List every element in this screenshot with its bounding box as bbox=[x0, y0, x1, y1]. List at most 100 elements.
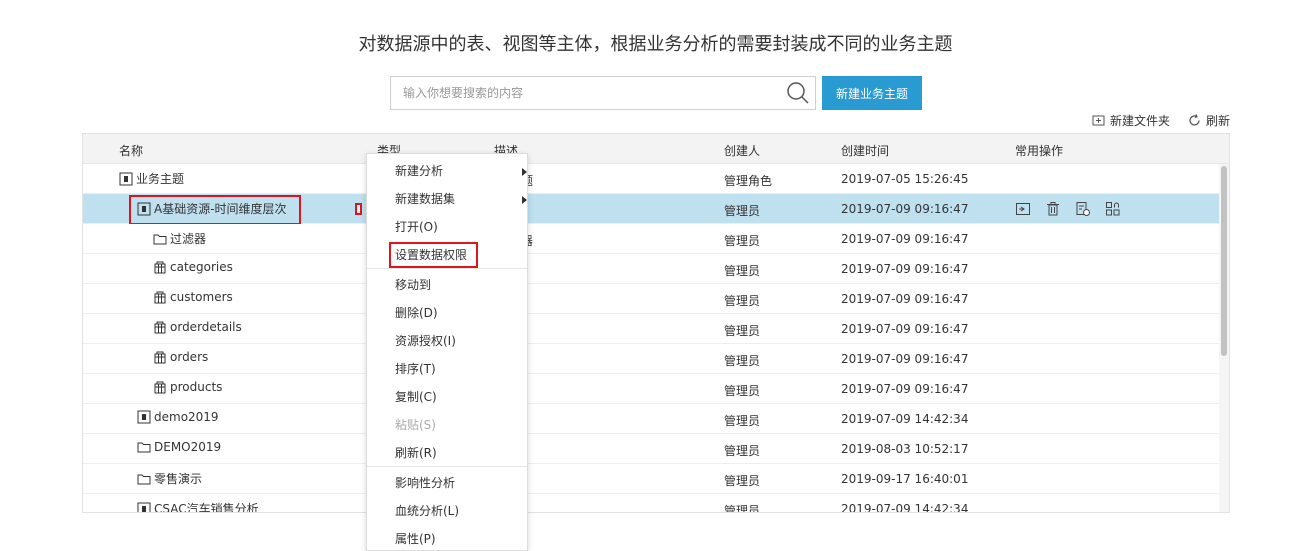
menu-separator bbox=[367, 268, 527, 269]
menu-new-dataset[interactable]: 新建数据集 bbox=[367, 185, 527, 213]
row-creator: 管理员 bbox=[724, 384, 761, 398]
table-row[interactable]: 零售演示 管理员 2019-09-17 16:40:01 bbox=[83, 464, 1229, 494]
menu-separator bbox=[367, 466, 527, 467]
row-name: A基础资源-时间维度层次 bbox=[137, 200, 287, 217]
page-headline: 对数据源中的表、视图等主体，根据业务分析的需要封装成不同的业务主题 bbox=[358, 34, 953, 55]
table-header: 名称 类型 描述 创建人 创建时间 常用操作 bbox=[83, 134, 1229, 164]
menu-copy[interactable]: 复制(C) bbox=[367, 383, 527, 411]
top-actions: 新建文件夹 刷新 bbox=[1092, 112, 1230, 129]
menu-lineage-analysis[interactable]: 血统分析(L) bbox=[367, 497, 527, 525]
col-ops: 常用操作 bbox=[1015, 144, 1064, 158]
business-topic-icon bbox=[137, 202, 151, 215]
menu-resource-auth[interactable]: 资源授权(I) bbox=[367, 327, 527, 355]
menu-highlight-box bbox=[389, 242, 478, 268]
table-icon bbox=[154, 291, 166, 304]
settings-doc-icon[interactable] bbox=[1075, 201, 1091, 217]
folder-icon bbox=[137, 442, 151, 453]
new-folder-button[interactable]: 新建文件夹 bbox=[1092, 112, 1170, 129]
col-created[interactable]: 创建时间 bbox=[841, 142, 889, 159]
resource-table: 名称 类型 描述 创建人 创建时间 常用操作 业务主题 题 管理角色 2019-… bbox=[82, 133, 1230, 513]
business-topic-icon bbox=[137, 410, 151, 424]
row-name-text: A基础资源-时间维度层次 bbox=[154, 202, 287, 216]
menu-new-analysis[interactable]: 新建分析 bbox=[367, 157, 527, 185]
permission-icon[interactable] bbox=[1105, 201, 1121, 217]
col-creator[interactable]: 创建人 bbox=[724, 142, 760, 159]
submenu-arrow-icon bbox=[522, 196, 527, 204]
search-input[interactable] bbox=[391, 77, 771, 109]
table-row[interactable]: CSAC汽车销售分析 管理员 2019-07-09 14:42:34 bbox=[83, 494, 1229, 513]
row-name: 业务主题 bbox=[119, 170, 184, 187]
row-name-text: 过滤器 bbox=[170, 232, 207, 246]
new-business-topic-button[interactable]: 新建业务主题 bbox=[822, 76, 922, 110]
refresh-label: 刷新 bbox=[1205, 114, 1230, 128]
search-box bbox=[390, 76, 816, 110]
menu-sort[interactable]: 排序(T) bbox=[367, 355, 527, 383]
row-created: 2019-07-09 14:42:34 bbox=[841, 412, 969, 426]
table-row[interactable]: categories 管理员 2019-07-09 09:16:47 bbox=[83, 254, 1229, 284]
row-created: 2019-07-09 09:16:47 bbox=[841, 382, 969, 396]
table-row[interactable]: 业务主题 题 管理角色 2019-07-05 15:26:45 bbox=[83, 164, 1229, 194]
row-created: 2019-07-09 09:16:47 bbox=[841, 262, 969, 276]
col-name[interactable]: 名称 bbox=[119, 142, 143, 159]
submenu-arrow-icon bbox=[522, 168, 527, 176]
table-row[interactable]: customers 管理员 2019-07-09 09:16:47 bbox=[83, 284, 1229, 314]
business-topic-icon bbox=[119, 172, 133, 185]
row-created: 2019-07-05 15:26:45 bbox=[841, 172, 969, 186]
business-topic-icon bbox=[137, 502, 151, 512]
row-name-text: 零售演示 bbox=[154, 472, 203, 486]
row-name: products bbox=[153, 380, 222, 394]
menu-impact-analysis[interactable]: 影响性分析 bbox=[367, 469, 527, 497]
menu-label: 新建数据集 bbox=[395, 192, 456, 206]
context-menu: 新建分析 新建数据集 打开(O) 设置数据权限 移动到 删除(D) 资源授权(I… bbox=[366, 153, 528, 551]
menu-open[interactable]: 打开(O) bbox=[367, 213, 527, 241]
table-row[interactable]: products 管理员 2019-07-09 09:16:47 bbox=[83, 374, 1229, 404]
row-name: orderdetails bbox=[153, 320, 242, 334]
row-creator: 管理员 bbox=[724, 324, 761, 338]
refresh-icon bbox=[1189, 114, 1200, 126]
row-creator: 管理员 bbox=[724, 204, 761, 218]
refresh-button[interactable]: 刷新 bbox=[1188, 112, 1230, 129]
row-name: DEMO2019 bbox=[137, 440, 221, 454]
row-creator: 管理员 bbox=[724, 354, 761, 368]
scrollbar-thumb[interactable] bbox=[1221, 166, 1227, 356]
table-row-selected[interactable]: A基础资源-时间维度层次 管理员 2019-07-09 09:16:47 bbox=[83, 194, 1229, 225]
row-creator: 管理员 bbox=[724, 294, 761, 308]
menu-move-to[interactable]: 移动到 bbox=[367, 271, 527, 299]
table-row[interactable]: DEMO2019 管理员 2019-08-03 10:52:17 bbox=[83, 434, 1229, 464]
row-name: CSAC汽车销售分析 bbox=[137, 500, 259, 512]
menu-delete[interactable]: 删除(D) bbox=[367, 299, 527, 327]
row-created: 2019-07-09 09:16:47 bbox=[841, 232, 969, 246]
row-creator: 管理员 bbox=[724, 414, 761, 428]
table-row[interactable]: orderdetails 管理员 2019-07-09 09:16:47 bbox=[83, 314, 1229, 344]
menu-paste: 粘贴(S) bbox=[395, 418, 436, 432]
search-icon[interactable] bbox=[786, 81, 810, 105]
table-icon bbox=[154, 351, 166, 364]
open-icon[interactable] bbox=[1015, 201, 1031, 217]
row-created: 2019-07-09 09:16:47 bbox=[841, 292, 969, 306]
row-creator: 管理员 bbox=[724, 474, 761, 488]
row-created: 2019-07-09 09:16:47 bbox=[841, 202, 969, 216]
more-actions-icon[interactable] bbox=[355, 203, 362, 215]
row-ops bbox=[1015, 201, 1121, 217]
menu-refresh[interactable]: 刷新(R) bbox=[367, 439, 527, 467]
row-name-text: customers bbox=[170, 290, 233, 304]
table-row[interactable]: 过滤器 器 管理员 2019-07-09 09:16:47 bbox=[83, 224, 1229, 254]
menu-properties[interactable]: 属性(P) bbox=[367, 525, 527, 551]
table-icon bbox=[154, 321, 166, 334]
row-created: 2019-09-17 16:40:01 bbox=[841, 472, 969, 486]
row-name: 零售演示 bbox=[137, 470, 202, 487]
row-creator: 管理员 bbox=[724, 264, 761, 278]
row-creator: 管理员 bbox=[724, 444, 761, 458]
row-name-text: orders bbox=[170, 350, 209, 364]
folder-icon bbox=[153, 234, 167, 244]
row-name-text: orderdetails bbox=[170, 320, 242, 334]
row-created: 2019-07-09 14:42:34 bbox=[841, 502, 969, 513]
row-creator: 管理角色 bbox=[724, 174, 773, 188]
table-row[interactable]: demo2019 管理员 2019-07-09 14:42:34 bbox=[83, 404, 1229, 434]
folder-plus-icon bbox=[1092, 115, 1105, 126]
row-created: 2019-08-03 10:52:17 bbox=[841, 442, 969, 456]
delete-icon[interactable] bbox=[1045, 201, 1061, 217]
row-name-text: categories bbox=[170, 260, 233, 274]
table-row[interactable]: orders 管理员 2019-07-09 09:16:47 bbox=[83, 344, 1229, 374]
row-name-text: demo2019 bbox=[154, 410, 219, 424]
